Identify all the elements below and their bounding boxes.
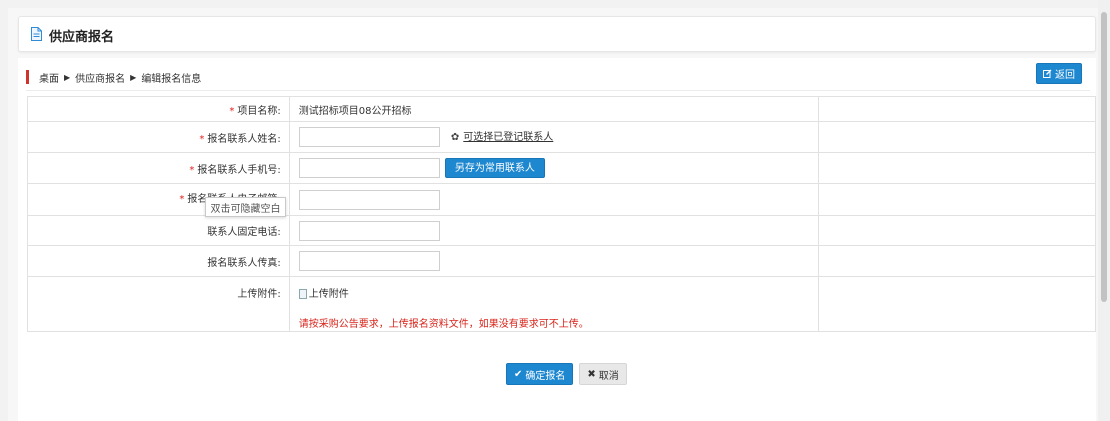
form-row-landline: 联系人固定电话: <box>27 215 1096 246</box>
breadcrumb-item-edit-info: 编辑报名信息 <box>141 73 202 85</box>
upload-label: 上传附件 <box>308 289 349 300</box>
breadcrumb-item-desktop[interactable]: 桌面 <box>39 70 59 85</box>
contact-mobile-input[interactable] <box>298 158 440 178</box>
form-row-fax: 报名联系人传真: <box>27 245 1096 277</box>
back-button[interactable]: 返回 <box>1036 63 1082 84</box>
breadcrumb: 桌面 ▶ 供应商报名 ▶ 编辑报名信息 <box>26 66 201 88</box>
fax-input[interactable] <box>298 251 440 271</box>
form-row-project-name: * 项目名称: 测试招标项目08公开招标 <box>27 96 1096 122</box>
select-registered-contact-link[interactable]: 可选择已登记联系人 <box>463 132 553 143</box>
breadcrumb-item-supplier-signup[interactable]: 供应商报名 <box>75 70 125 85</box>
form-label: 联系人固定电话: <box>27 215 290 246</box>
form-label: * 项目名称: <box>27 96 290 122</box>
file-icon <box>298 289 307 299</box>
document-icon <box>31 27 42 41</box>
main-content: 桌面 ▶ 供应商报名 ▶ 编辑报名信息 返回 * 项目名称: 测试招标项目08公开… <box>18 58 1096 421</box>
title-bar: 供应商报名 <box>18 16 1096 52</box>
close-icon: ✖ <box>587 368 596 380</box>
form-label: * 报名联系人手机号: <box>27 152 290 184</box>
confirm-signup-button[interactable]: ✔ 确定报名 <box>506 363 574 385</box>
back-button-label: 返回 <box>1055 70 1075 81</box>
check-icon: ✔ <box>514 368 523 380</box>
landline-input[interactable] <box>298 220 440 241</box>
form-label: * 报名联系人姓名: <box>27 121 290 153</box>
edit-icon <box>1043 69 1052 78</box>
breadcrumb-separator-icon: ▶ <box>130 72 137 82</box>
cancel-button[interactable]: ✖ 取消 <box>579 363 627 385</box>
form-label: 报名联系人传真: <box>27 245 290 277</box>
vertical-scrollbar[interactable] <box>1098 0 1110 421</box>
contact-name-input[interactable] <box>298 127 440 147</box>
confirm-label: 确定报名 <box>525 370 566 382</box>
form-row-contact-name: * 报名联系人姓名: ✿ 可选择已登记联系人 <box>27 121 1096 153</box>
form-label: 上传附件: <box>27 276 290 332</box>
gear-icon: ✿ <box>450 132 460 143</box>
form-actions: ✔ 确定报名 ✖ 取消 <box>506 363 627 385</box>
signup-form: * 项目名称: 测试招标项目08公开招标 * 报名联系人姓名: ✿ 可选择已登记联系人… <box>27 96 1096 332</box>
form-row-contact-email: *报名联系人电子邮箱: <box>27 183 1096 216</box>
cancel-label: 取消 <box>598 370 619 382</box>
save-as-contact-button[interactable]: 另存为常用联系人 <box>444 158 545 178</box>
divider <box>26 90 1090 91</box>
contact-email-input[interactable] <box>298 189 440 210</box>
upload-notice: 请按采购公告要求，上传报名资料文件，如果没有要求可不上传。 <box>298 319 589 330</box>
form-row-contact-mobile: * 报名联系人手机号: 另存为常用联系人 <box>27 152 1096 184</box>
project-name-value: 测试招标项目08公开招标 <box>288 96 820 122</box>
breadcrumb-separator-icon: ▶ <box>64 72 71 82</box>
upload-attachment-button[interactable]: 上传附件 <box>298 281 819 307</box>
breadcrumb-marker <box>26 70 29 84</box>
app-frame: 供应商报名 桌面 ▶ 供应商报名 ▶ 编辑报名信息 返回 * 项目名称: 测试招标… <box>8 8 1098 421</box>
page-title: 供应商报名 <box>49 30 115 45</box>
tooltip: 双击可隐藏空白 <box>205 197 286 217</box>
scrollbar-thumb[interactable] <box>1101 12 1107 302</box>
form-row-attachment: 上传附件: 上传附件 请按采购公告要求，上传报名资料文件，如果没有要求可不上传。 <box>27 276 1096 332</box>
